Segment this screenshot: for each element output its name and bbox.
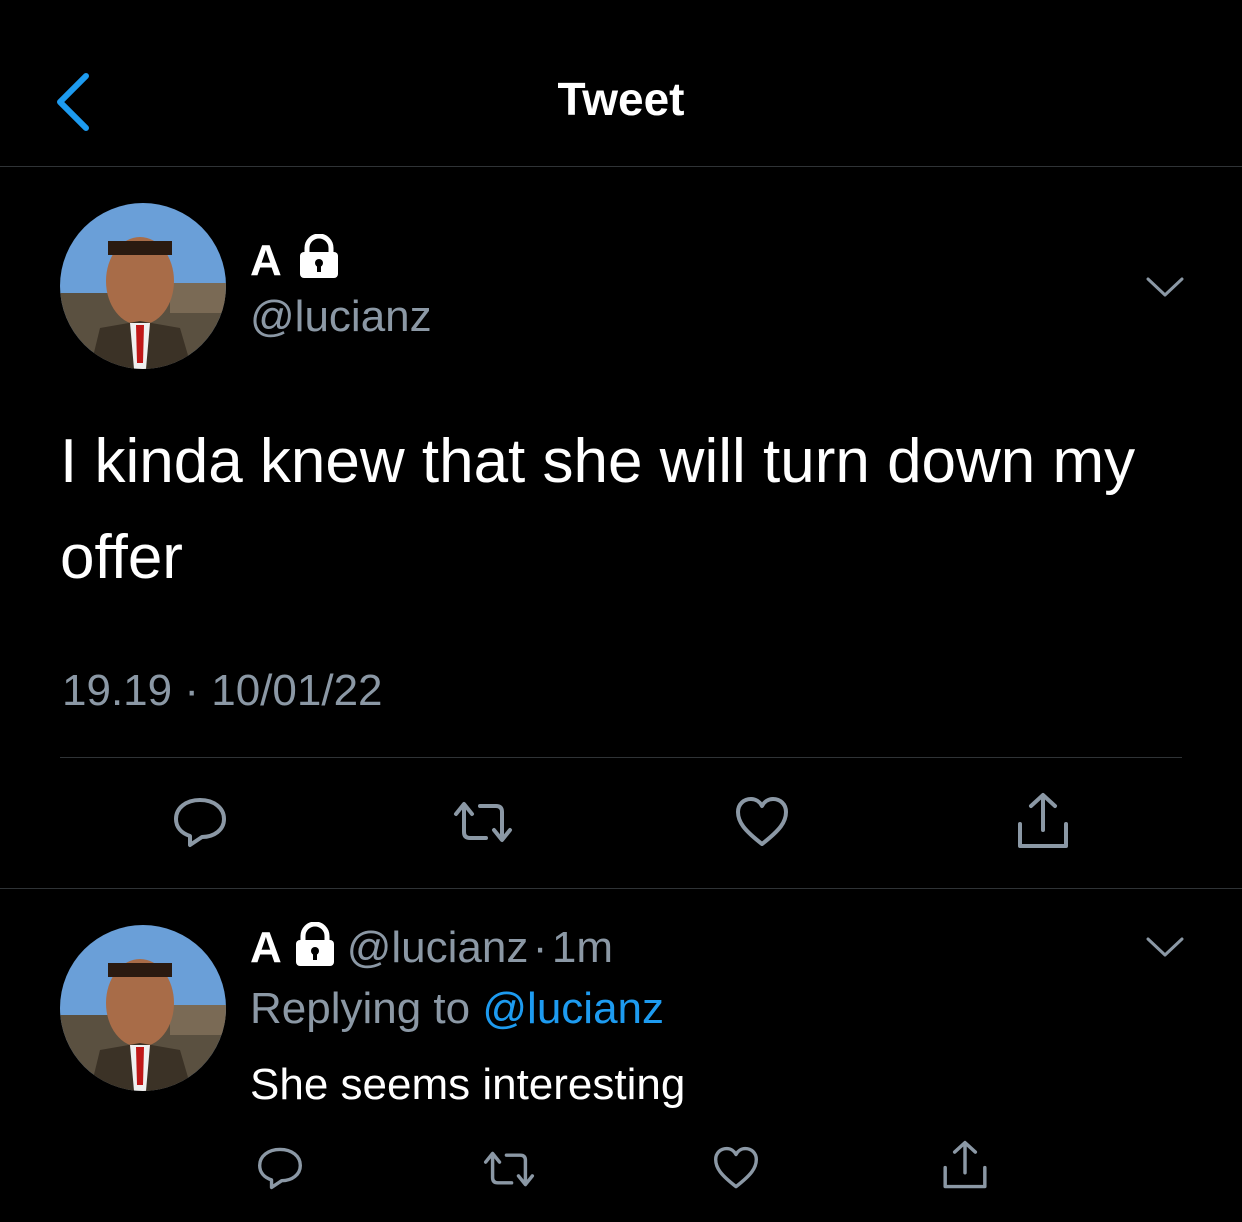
reply-icon (174, 798, 226, 847)
tweet-text: I kinda knew that she will turn down my … (60, 427, 1136, 592)
more-options-button[interactable] (1146, 276, 1184, 298)
reply-more-options-button[interactable] (1146, 936, 1184, 958)
reply-text: She seems interesting (250, 1060, 686, 1109)
like-icon (713, 1146, 758, 1189)
lock-icon (296, 234, 342, 278)
handle[interactable]: @lucianz (250, 292, 432, 342)
like-button[interactable] (734, 796, 790, 848)
replying-to: Replying to @lucianz (250, 984, 664, 1034)
page-title: Tweet (557, 73, 685, 125)
avatar[interactable] (60, 203, 226, 369)
chevron-down-icon (1146, 277, 1184, 297)
chevron-down-icon (1146, 937, 1184, 957)
share-icon (1018, 793, 1068, 848)
share-icon (943, 1140, 987, 1189)
tweet-time: 19.19 (62, 666, 173, 715)
reply-button[interactable] (172, 796, 228, 848)
tweet-timestamp: 19.19 · 10/01/22 (62, 666, 383, 716)
like-icon (736, 797, 788, 846)
meta-divider (60, 757, 1182, 758)
reply-like-button[interactable] (712, 1146, 760, 1190)
reply-separator: · (532, 923, 548, 972)
reply-age: 1m (551, 923, 614, 972)
reply-header: A @lucianz · 1m (250, 922, 613, 973)
reply-avatar[interactable] (60, 925, 226, 1091)
display-name[interactable]: A (250, 236, 282, 286)
reply-share-button[interactable] (940, 1140, 990, 1190)
timestamp-separator: · (184, 666, 199, 715)
reply-reply-button[interactable] (256, 1146, 304, 1190)
reply-retweet-button[interactable] (482, 1150, 536, 1188)
tweet-divider (0, 888, 1242, 889)
replying-to-label: Replying to (250, 984, 471, 1033)
replying-to-handle-link[interactable]: @lucianz (482, 984, 664, 1033)
retweet-icon (454, 802, 512, 842)
retweet-button[interactable] (452, 800, 514, 844)
reply-display-name[interactable]: A (250, 923, 282, 972)
reply-icon (258, 1147, 302, 1190)
lock-icon (292, 922, 338, 966)
retweet-icon (483, 1151, 535, 1187)
header-divider (0, 166, 1242, 167)
tweet-date: 10/01/22 (211, 666, 383, 715)
reply-handle[interactable]: @lucianz (347, 923, 529, 972)
share-button[interactable] (1014, 792, 1072, 850)
